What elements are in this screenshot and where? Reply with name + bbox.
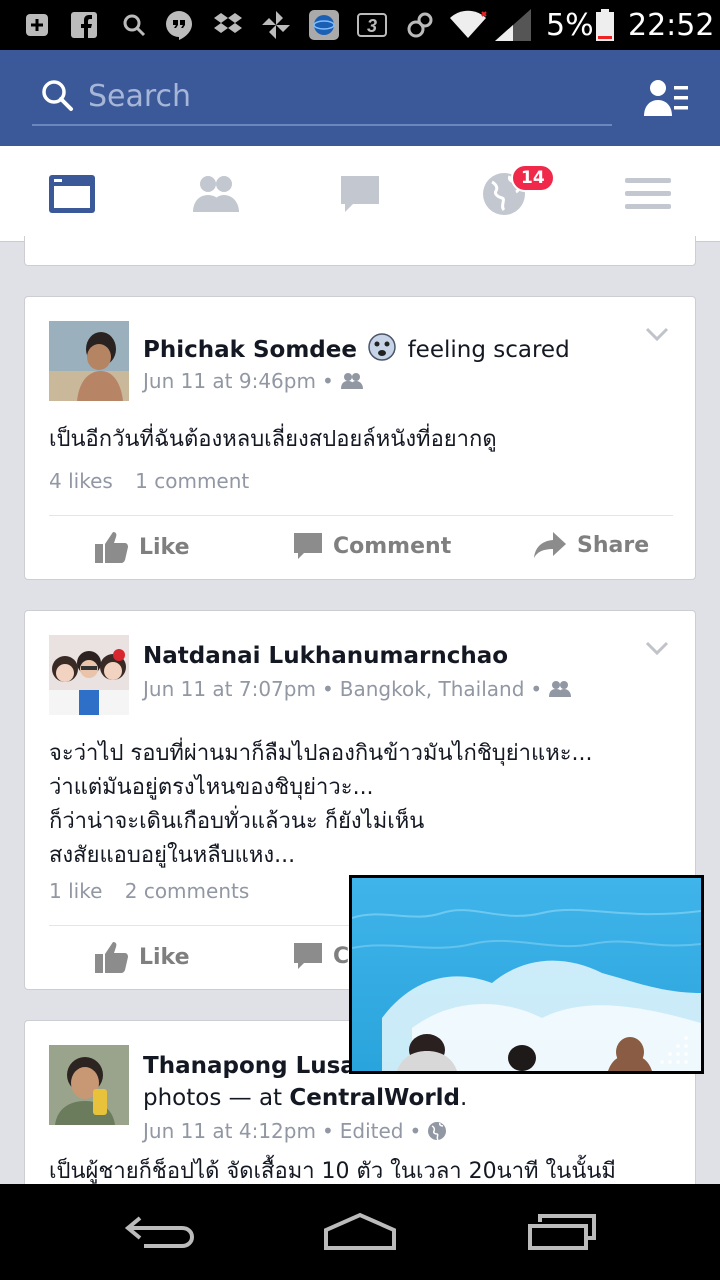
notifications-badge: 14 [511, 164, 555, 192]
friend-requests-list-icon[interactable] [644, 78, 690, 118]
divider [49, 515, 673, 516]
tab-messages[interactable] [305, 146, 415, 242]
post-time[interactable]: Jun 11 at 4:12pm [143, 1119, 316, 1143]
like-button[interactable]: Like [95, 531, 190, 563]
post-meta: Jun 11 at 7:07pm • Bangkok, Thailand • [143, 677, 572, 701]
likes-count[interactable]: 4 likes [49, 469, 113, 493]
post-text: เป็นอีกวันที่ฉันต้องหลบเลี่ยงสปอยล์หนังท… [49, 427, 497, 452]
post-edited[interactable]: Edited [340, 1119, 404, 1143]
search-input[interactable] [88, 76, 588, 116]
thumbs-up-icon [95, 942, 128, 973]
clock: 22:52 [628, 7, 715, 43]
post-time[interactable]: Jun 11 at 7:07pm [143, 677, 316, 701]
like-button[interactable]: Like [95, 941, 190, 973]
recent-apps-button[interactable] [512, 1202, 612, 1262]
menu-icon [625, 178, 671, 209]
avatar[interactable] [49, 635, 129, 715]
share-button[interactable]: Share [533, 531, 649, 559]
tab-news-feed[interactable] [17, 146, 127, 242]
post-counts: 4 likes 1 comment [49, 469, 249, 493]
post-author-line: Thanapong Lusam [143, 1053, 380, 1079]
post-author[interactable]: Phichak Somdee [143, 337, 357, 363]
battery-icon [594, 9, 616, 41]
post-subline: photos — at CentralWorld. [143, 1085, 468, 1111]
hangouts-icon [164, 10, 194, 40]
thumbs-up-icon [95, 532, 128, 563]
search-icon [120, 10, 148, 40]
3-icon: 3 [356, 10, 388, 40]
chevron-down-icon[interactable] [645, 641, 669, 655]
news-feed-icon [49, 175, 95, 213]
avatar[interactable] [49, 321, 129, 401]
home-icon [324, 1212, 396, 1250]
comments-count[interactable]: 1 comment [135, 469, 249, 493]
post-meta: Jun 11 at 4:12pm • Edited • [143, 1119, 447, 1143]
home-button[interactable] [310, 1202, 410, 1262]
post-place[interactable]: CentralWorld [289, 1085, 460, 1111]
friends-icon [193, 176, 239, 212]
post-location[interactable]: Bangkok, Thailand [340, 677, 525, 701]
comment-icon [294, 533, 322, 559]
friends-privacy-icon [549, 681, 572, 697]
search-icon [42, 80, 73, 111]
friends-privacy-icon [340, 373, 363, 389]
post-author[interactable]: Natdanai Lukhanumarnchao [143, 643, 508, 669]
previous-post-card [24, 236, 696, 266]
public-globe-icon [428, 1122, 447, 1141]
post-text: จะว่าไป รอบที่ผ่านมาก็ลืมไปลองกินข้าวมัน… [49, 741, 593, 868]
likes-count[interactable]: 1 like [49, 879, 102, 903]
pinwheel-icon [260, 10, 292, 40]
tab-friends[interactable] [161, 146, 271, 242]
svg-text:3: 3 [367, 16, 377, 36]
scared-emoji-icon [368, 333, 397, 367]
floating-video-player[interactable] [349, 875, 704, 1074]
comment-button[interactable]: Comment [293, 531, 451, 561]
post-feeling: feeling scared [407, 337, 570, 363]
recent-apps-icon [528, 1214, 596, 1250]
plus-box-icon [24, 10, 50, 40]
post-author[interactable]: Thanapong Lusam [143, 1053, 380, 1079]
post-author-line: Natdanai Lukhanumarnchao [143, 643, 508, 669]
globe-app-icon [308, 10, 340, 40]
post-meta: Jun 11 at 9:46pm • [143, 369, 364, 393]
search-bar[interactable] [32, 72, 612, 126]
comments-count[interactable]: 2 comments [125, 879, 250, 903]
dropbox-icon [212, 10, 244, 40]
comment-icon [294, 943, 322, 969]
tab-menu[interactable] [593, 146, 703, 242]
wifi-icon [448, 10, 488, 40]
share-icon [534, 532, 566, 558]
chevron-down-icon[interactable] [645, 327, 669, 341]
post-time[interactable]: Jun 11 at 9:46pm [143, 369, 316, 393]
battery-percent: 5% [546, 7, 594, 43]
link-icon [404, 10, 436, 40]
tab-bar: 14 [0, 146, 720, 242]
post-card: Phichak Somdee feeling scared Jun 11 at … [24, 296, 696, 580]
top-bar [0, 50, 720, 146]
post-counts: 1 like 2 comments [49, 879, 249, 903]
status-bar: 3 5% 22:52 [0, 0, 720, 50]
facebook-icon [70, 10, 98, 40]
messages-icon [341, 176, 379, 212]
system-navigation-bar [0, 1184, 720, 1280]
signal-icon [494, 9, 532, 41]
back-button[interactable] [110, 1202, 210, 1262]
tab-notifications[interactable]: 14 [449, 146, 559, 242]
video-frame [352, 878, 701, 1071]
back-arrow-icon [124, 1216, 195, 1248]
post-author-line: Phichak Somdee feeling scared [143, 333, 570, 367]
avatar[interactable] [49, 1045, 129, 1125]
